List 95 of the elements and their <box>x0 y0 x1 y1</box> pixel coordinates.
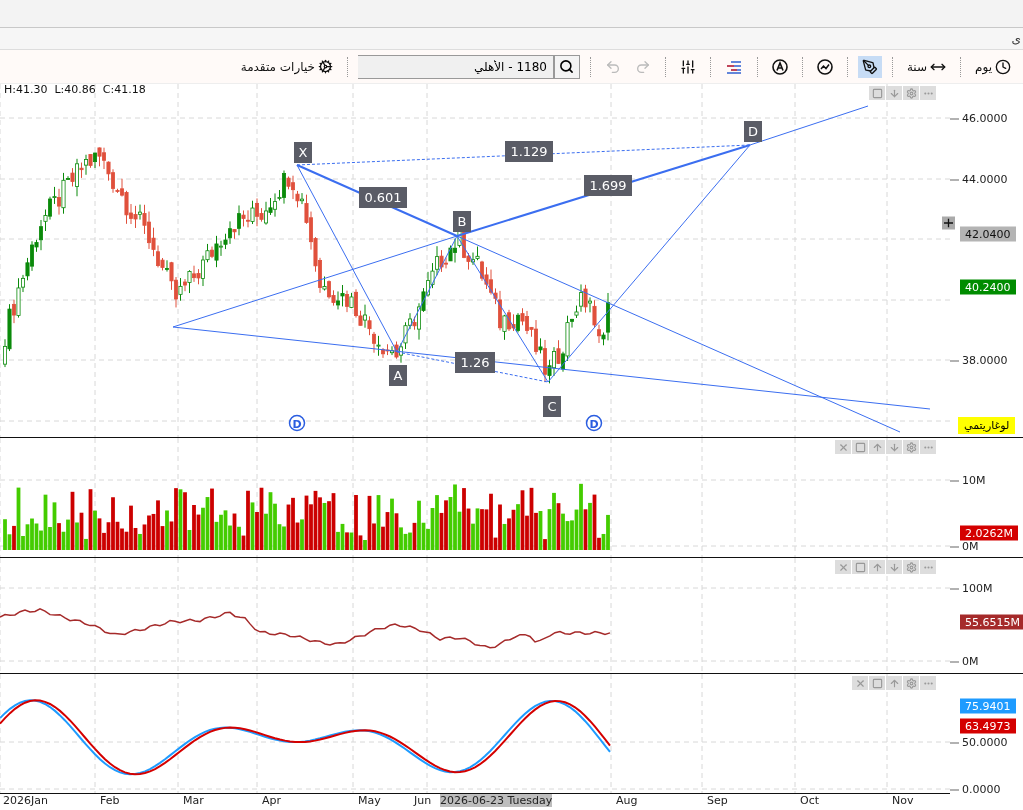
event-marker[interactable]: D <box>585 415 603 432</box>
down-pane-button[interactable] <box>886 560 902 575</box>
up-pane-button[interactable] <box>869 560 885 575</box>
axis-tick-label: 0.0000 <box>950 782 1001 796</box>
redo-icon <box>634 58 651 75</box>
scale-mode-label[interactable]: لوغاريتمي <box>958 417 1016 435</box>
sliders-icon <box>679 58 696 75</box>
point-label: D <box>744 121 762 143</box>
search-button[interactable] <box>553 54 580 79</box>
axis-tick-label: 50.0000 <box>950 735 1008 749</box>
more-pane-button[interactable] <box>920 676 936 691</box>
axis-tick-label: 10M <box>950 473 986 487</box>
value-badge: 55.6515M <box>960 614 1023 630</box>
up-pane-button[interactable] <box>886 676 902 691</box>
settings-pane-button[interactable] <box>903 560 919 575</box>
close-pane-button[interactable] <box>835 440 851 455</box>
down-pane-button[interactable] <box>886 440 902 455</box>
close-icon <box>837 441 849 453</box>
value-badge: 63.4973 <box>960 718 1016 734</box>
point-label: A <box>389 365 407 387</box>
settings-icon <box>905 677 917 689</box>
value-badge: 40.2400 <box>960 279 1016 295</box>
maximize-pane-button[interactable] <box>869 86 885 101</box>
axis-month-label: Feb <box>100 794 120 808</box>
more-pane-button[interactable] <box>920 86 936 101</box>
value-badge: 75.9401 <box>960 698 1016 714</box>
maximize-pane-button[interactable] <box>852 560 868 575</box>
point-label: C <box>543 396 561 418</box>
axis-month-label: Oct <box>800 794 820 808</box>
up-arrow-icon <box>888 677 900 689</box>
point-label: X <box>294 142 312 164</box>
pen-icon <box>861 58 878 75</box>
axis-month-label: May <box>358 794 381 808</box>
value-badge: 2.0262M <box>960 525 1018 541</box>
clock-icon <box>995 58 1011 75</box>
ratio-label: 1.26 <box>455 352 495 374</box>
axis-month-label: 2026Jan <box>3 794 48 808</box>
plus-icon <box>944 218 953 228</box>
range-button[interactable]: سنة <box>902 55 951 78</box>
axis-month-label: Nov <box>892 794 914 808</box>
gear-icon <box>317 59 333 75</box>
settings-icon <box>905 441 917 453</box>
up-pane-button[interactable] <box>869 440 885 455</box>
close-icon <box>854 677 866 689</box>
down-arrow-icon <box>888 441 900 453</box>
add-button[interactable] <box>942 216 955 230</box>
down-arrow-icon <box>888 87 900 99</box>
axis-month-label: Apr <box>262 794 282 808</box>
square-icon <box>854 441 866 453</box>
axis-tick-label: 0M <box>950 539 979 553</box>
down-arrow-icon <box>888 561 900 573</box>
more-pane-button[interactable] <box>920 440 936 455</box>
square-icon <box>854 561 866 573</box>
value-badge: 42.0400 <box>960 226 1016 242</box>
close-icon <box>837 561 849 573</box>
settings-icon <box>905 87 917 99</box>
ratio-label: 0.601 <box>359 187 407 209</box>
ratio-label: 1.129 <box>505 141 553 163</box>
close-pane-button[interactable] <box>852 676 868 691</box>
ohlc-readout: H:41.30 L:40.86 C:41.18 <box>4 84 146 97</box>
up-arrow-icon <box>871 441 883 453</box>
settings-icon <box>905 561 917 573</box>
up-arrow-icon <box>871 561 883 573</box>
axis-tick-label: 100M <box>950 581 993 595</box>
axis-month-label: Jun <box>414 794 432 808</box>
advanced-options-button[interactable]: خيارات متقدمة <box>236 56 337 78</box>
settings-pane-button[interactable] <box>903 86 919 101</box>
search-icon <box>559 59 575 75</box>
axis-tick-label: 38.0000 <box>950 353 1008 367</box>
axis-month-label: Mar <box>183 794 204 808</box>
event-marker[interactable]: D <box>288 415 306 432</box>
period-button[interactable]: يوم <box>971 55 1015 78</box>
undo-icon <box>604 58 621 75</box>
square-icon <box>871 87 883 99</box>
axis-tick-label: 44.0000 <box>950 172 1008 186</box>
maximize-pane-button[interactable] <box>869 676 885 691</box>
ratio-label: 1.699 <box>584 175 632 197</box>
horizontal-lines-icon <box>724 59 743 74</box>
axis-tick-label: 46.0000 <box>950 111 1008 125</box>
axis-tick-label: 0M <box>950 654 979 668</box>
close-pane-button[interactable] <box>835 560 851 575</box>
more-pane-button[interactable] <box>920 560 936 575</box>
settings-pane-button[interactable] <box>903 676 919 691</box>
wave-circle-icon <box>816 58 833 75</box>
crosshair-date-label: 2026-06-23 Tuesday <box>440 794 553 808</box>
down-pane-button[interactable] <box>886 86 902 101</box>
toolbar-tool-button[interactable] <box>857 55 882 78</box>
settings-pane-button[interactable] <box>903 440 919 455</box>
symbol-search-field[interactable]: 1180 - الأهلي <box>357 54 554 79</box>
point-label: B <box>453 211 471 233</box>
axis-month-label: Sep <box>707 794 728 808</box>
maximize-pane-button[interactable] <box>852 440 868 455</box>
square-icon <box>871 677 883 689</box>
window-title: ى <box>1011 31 1021 46</box>
axis-month-label: Aug <box>616 794 638 808</box>
